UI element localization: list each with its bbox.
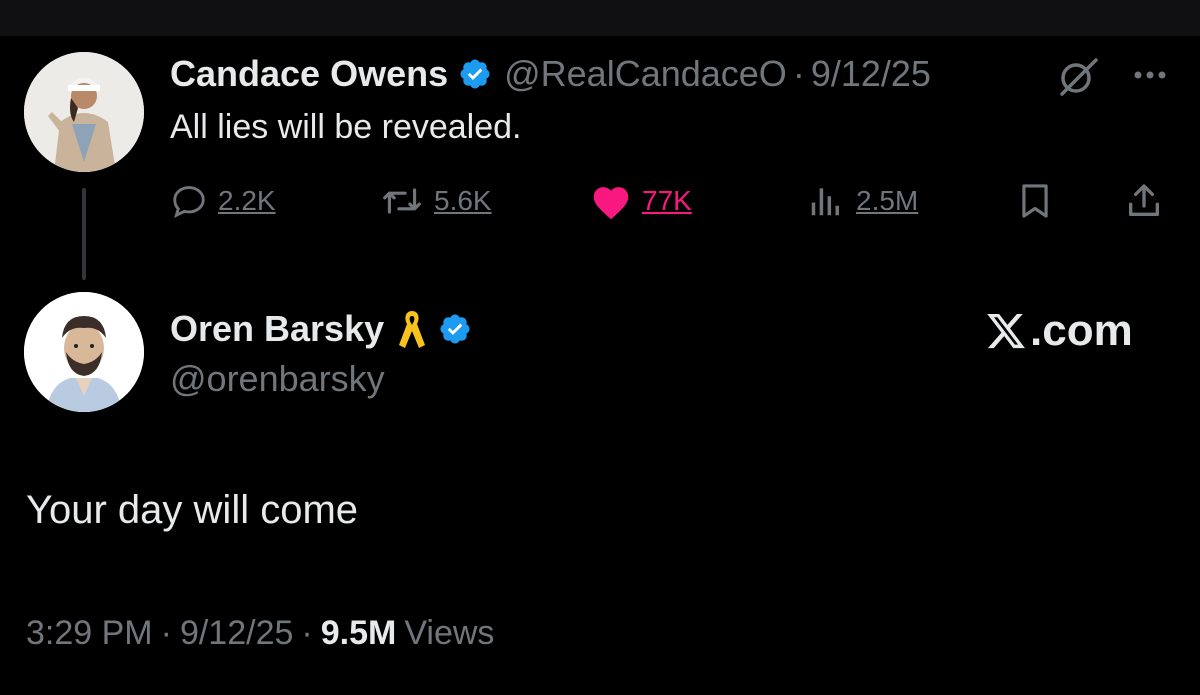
candace-avatar[interactable]: [24, 52, 144, 172]
xcom-watermark: .com: [984, 306, 1133, 356]
reply-metadata: 3:29 PM · 9/12/25 · 9.5M Views: [26, 614, 494, 653]
like-button[interactable]: 77K: [590, 176, 692, 226]
bookmark-icon: [1016, 181, 1054, 221]
thread-connector: [82, 188, 86, 280]
reply-views-count: 9.5M: [320, 614, 397, 652]
reply-views-label: Views: [404, 614, 495, 652]
reply-count: 2.2K: [218, 185, 276, 216]
grok-icon[interactable]: [1056, 56, 1100, 96]
xcom-text: .com: [1030, 306, 1133, 355]
like-count: 77K: [642, 185, 692, 216]
verified-badge-icon: [438, 312, 472, 346]
views-button[interactable]: 2.5M: [806, 176, 918, 226]
reply-header: Oren Barsky: [170, 306, 472, 352]
reply-text: Your day will come: [26, 488, 359, 532]
views-count: 2.5M: [856, 185, 919, 216]
oren-avatar[interactable]: [24, 292, 144, 412]
heart-icon: [590, 182, 632, 220]
repost-icon: [380, 182, 424, 220]
reply-time[interactable]: 3:29 PM: [26, 614, 153, 653]
status-bar: [0, 0, 1200, 36]
repost-button[interactable]: 5.6K: [380, 176, 492, 226]
author-handle[interactable]: @RealCandaceO: [504, 53, 787, 95]
reply-button[interactable]: 2.2K: [170, 176, 276, 226]
author-name[interactable]: Candace Owens: [170, 53, 448, 95]
reply-author-handle[interactable]: @orenbarsky: [170, 358, 385, 400]
separator: ·: [160, 614, 172, 652]
reply-icon: [170, 182, 208, 220]
parent-header: Candace Owens @RealCandaceO · 9/12/25: [170, 52, 931, 96]
analytics-icon: [806, 182, 846, 220]
action-bar: 2.2K 5.6K 77K 2.5M: [170, 176, 1180, 226]
tweet-text: All lies will be revealed.: [170, 108, 522, 146]
bookmark-button[interactable]: [1016, 176, 1054, 226]
yellow-ribbon-icon: [396, 307, 428, 351]
more-options-icon[interactable]: [1128, 60, 1172, 90]
tweet-date[interactable]: 9/12/25: [811, 53, 931, 95]
separator: ·: [792, 53, 805, 94]
verified-badge-icon: [458, 57, 492, 91]
separator: ·: [301, 614, 313, 652]
repost-count: 5.6K: [434, 185, 492, 216]
share-button[interactable]: [1124, 176, 1164, 226]
reply-author-name[interactable]: Oren Barsky: [170, 308, 384, 350]
share-icon: [1124, 181, 1164, 221]
reply-date[interactable]: 9/12/25: [180, 614, 293, 653]
x-logo-icon: [984, 310, 1030, 352]
